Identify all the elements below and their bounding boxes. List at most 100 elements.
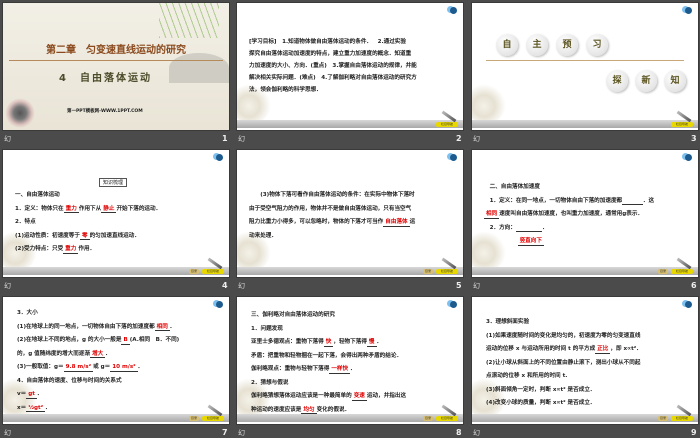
toc-button[interactable]: 目录 [658, 269, 668, 274]
nav-button[interactable]: 栏目导航 [436, 416, 458, 421]
toc-button[interactable]: 目录 [189, 416, 199, 421]
text-line: 点滚动的位移 x 和所用的时间 t. [486, 371, 688, 379]
toc-button[interactable]: 目录 [423, 416, 433, 421]
answer-blank: 变速 [351, 393, 367, 401]
slide-thumbnail-4[interactable]: 目录 栏目导航 知识梳理 一、自由落体运动 1．定义：物体只在 重力 作用下从 静止 开始下落的… [3, 150, 229, 277]
answer-blank [515, 226, 543, 233]
nav-button[interactable]: 栏目导航 [202, 269, 224, 274]
slide-thumbnail-9[interactable]: 目录 栏目导航 3．理想斜面实验 (1)如果速度随时间的变化是均匀的，初速度为零的匀变… [472, 297, 698, 424]
text-segment: ． [36, 391, 43, 397]
text-segment: 法，领会伽利略的科学思想． [249, 87, 322, 93]
slide-transition-label: 幻 [473, 429, 480, 437]
text-segment: (2)受力特点：只受 [15, 246, 64, 252]
text-segment: (1)在地球上的同一地点，一切物体自由下落的加速度都 [17, 323, 155, 330]
text-line: 相同 速度叫自由落体加速度，也叫重力加速度，通常用g表示． [484, 209, 688, 219]
slide-transition-label: 幻 [473, 135, 480, 143]
hyperlink-icon[interactable] [216, 154, 223, 161]
text-line: 的，g 值随纬度的增大而逐渐 增大． [17, 349, 219, 359]
text-segment: 运动，并指出这 [366, 393, 407, 399]
text-segment: 3．理想斜面实验 [486, 319, 530, 325]
text-segment [484, 238, 518, 244]
text-segment: 阻力比重力小得多，可以忽略时，物体的下落才可当作 [249, 219, 384, 225]
text-line: (3)物体下落可看作自由落体运动的条件：在实际中物体下落时 [249, 190, 453, 198]
section-heading-box: 知识梳理 [99, 178, 128, 187]
text-segment: 的，g 值随纬度的增大而逐渐 [17, 350, 91, 357]
slide-thumbnail-6[interactable]: 目录 栏目导航 二、自由落体加速度 1．定义：在同一地点，一切物体自由下落的加速度… [472, 150, 698, 277]
answer-blank: 相同 [154, 323, 170, 332]
text-segment: 一、自由落体运动 [15, 192, 60, 198]
answer-blank: 重力 [63, 246, 79, 254]
hyperlink-icon[interactable] [450, 301, 457, 308]
slide-number: 1 [222, 134, 228, 143]
slide-transition-label: 幻 [4, 282, 11, 290]
nav-button[interactable]: 栏目导航 [671, 269, 693, 274]
slide-number: 8 [456, 428, 462, 437]
hyperlink-icon[interactable] [685, 7, 692, 14]
title-char-circle: 新 [635, 70, 657, 92]
text-segment: 1．定义：在同一地点，一切物体自由下落的加速度都 [484, 197, 623, 204]
hyperlink-icon[interactable] [450, 154, 457, 161]
slide-number: 4 [222, 281, 228, 290]
slide-thumbnail-3[interactable]: 栏目导航 自主预习探新知 [472, 3, 698, 130]
answer-blank: 9.8 m/s² [63, 364, 94, 372]
text-segment: 点滚动的位移 x 和所用的时间 t. [486, 373, 568, 379]
text-line: (2)让小球从斜面上的不同位置由静止滚下，测出小球从不同起 [486, 358, 688, 366]
answer-blank: ½gt² [26, 404, 46, 413]
lesson-title: 4 自由落体运动 [59, 69, 152, 84]
slide-thumbnail-8[interactable]: 目录 栏目导航 三、伽利略对自由落体运动的研究 1．问题发现亚里士多德观点：重物下落得… [237, 297, 463, 424]
text-line: [学习目标] 1.知道物体做自由落体运动的条件． 2.通过实验 [249, 37, 453, 45]
slide-thumbnail-1[interactable]: 第二章 匀变速直线运动的研究 4 自由落体运动 第一PPT模板网-WWW.1PPT.… [3, 3, 229, 130]
title-char-circle: 预 [556, 34, 578, 56]
text-segment: 由于受空气阻力的作用，物体并不是做自由落体运动，只有当空气 [249, 205, 412, 212]
answer-blank: 自由落体 [383, 219, 410, 227]
nav-button[interactable]: 栏目导航 [202, 416, 224, 421]
toc-button[interactable]: 目录 [423, 269, 433, 274]
slide-thumbnail-7[interactable]: 目录 栏目导航 3．大小 (1)在地球上的同一地点，一切物体自由下落的加速度都 相同.(… [3, 297, 229, 424]
text-line: 解决相关实际问题．(难点) 4.了解伽利略对自由落体运动的研究方 [249, 73, 453, 81]
slide-thumbnail-2[interactable]: 栏目导航 [学习目标] 1.知道物体做自由落体运动的条件． 2.通过实验 探究自由落… [237, 3, 463, 130]
text-segment: 动来处理． [249, 232, 277, 239]
toc-button[interactable]: 目录 [189, 269, 199, 274]
text-segment: 4．自由落体的速度、位移与时间的关系式 [17, 377, 122, 384]
nav-button[interactable]: 栏目导航 [436, 269, 458, 274]
answer-blank: gt [26, 391, 37, 399]
slide-transition-label: 幻 [4, 135, 11, 143]
text-segment: (3)物体下落可看作自由落体运动的条件：在实际中物体下落时 [249, 192, 415, 198]
text-segment: (4)改变小球的质量，判断 x∝t² 是否成立． [486, 400, 596, 406]
nav-button[interactable]: 栏目导航 [436, 122, 458, 127]
text-segment: 2．猜想与假说 [251, 379, 289, 386]
hyperlink-icon[interactable] [685, 154, 692, 161]
text-segment: 探究自由落体运动加速度的特点，建立重力加速度的概念．知道重 [249, 51, 412, 57]
answer-blank: B [121, 337, 130, 345]
hyperlink-icon[interactable] [685, 301, 692, 308]
text-segment: (3)斜面倾角一定时，判断 x∝t² 是否成立． [486, 386, 596, 393]
hyperlink-icon[interactable] [450, 7, 457, 14]
toc-button[interactable]: 目录 [658, 416, 668, 421]
answer-blank: 均匀 [301, 406, 317, 415]
nav-button[interactable]: 栏目导航 [671, 416, 693, 421]
slide-number: 3 [691, 134, 697, 143]
text-segment: 亚里士多德观点：重物下落得 [251, 339, 324, 345]
slide-thumbnail-5[interactable]: 目录 栏目导航 (3)物体下落可看作自由落体运动的条件：在实际中物体下落时 由于受空… [237, 150, 463, 277]
slide-transition-label: 幻 [238, 282, 245, 290]
answer-blank: 零 [79, 232, 90, 241]
text-segment: 1．问题发现 [251, 325, 283, 332]
text-segment: 1．定义：物体只在 [15, 205, 64, 212]
text-segment: 3．大小 [17, 310, 38, 316]
text-line: (3)一般取值：g＝ 9.8 m/s² 或 g＝ 10 m/s² ． [17, 362, 219, 372]
nav-button[interactable]: 栏目导航 [671, 122, 693, 127]
text-segment: ． [542, 224, 548, 231]
text-segment: 开始下落的运动． [116, 205, 162, 212]
text-line: x＝ ½gt² ． [17, 403, 219, 413]
text-segment: 三、伽利略对自由落体运动的研究 [251, 312, 335, 318]
hyperlink-icon[interactable] [216, 301, 223, 308]
text-segment: [学习目标] 1.知道物体做自由落体运动的条件． 2.通过实验 [249, 39, 406, 45]
text-line: 运动的位移 x 与运动所用的时间 t 的平方成 正比 ，即 x∝t²． [486, 344, 688, 354]
answer-blank: 重力 [63, 205, 79, 214]
text-segment: 矛盾：把重物和轻物捆在一起下落，会得出两种矛盾的结论． [251, 352, 403, 359]
lotus-painting [5, 98, 35, 128]
answer-blank: 竖直向下 [517, 238, 544, 246]
title-char-circle: 习 [586, 34, 608, 56]
text-segment: (2)让小球从斜面上的不同位置由静止滚下，测出小球从不同起 [486, 359, 641, 366]
text-segment: (2)在地球上不同的地点，g 的大小一般是 [17, 337, 122, 343]
